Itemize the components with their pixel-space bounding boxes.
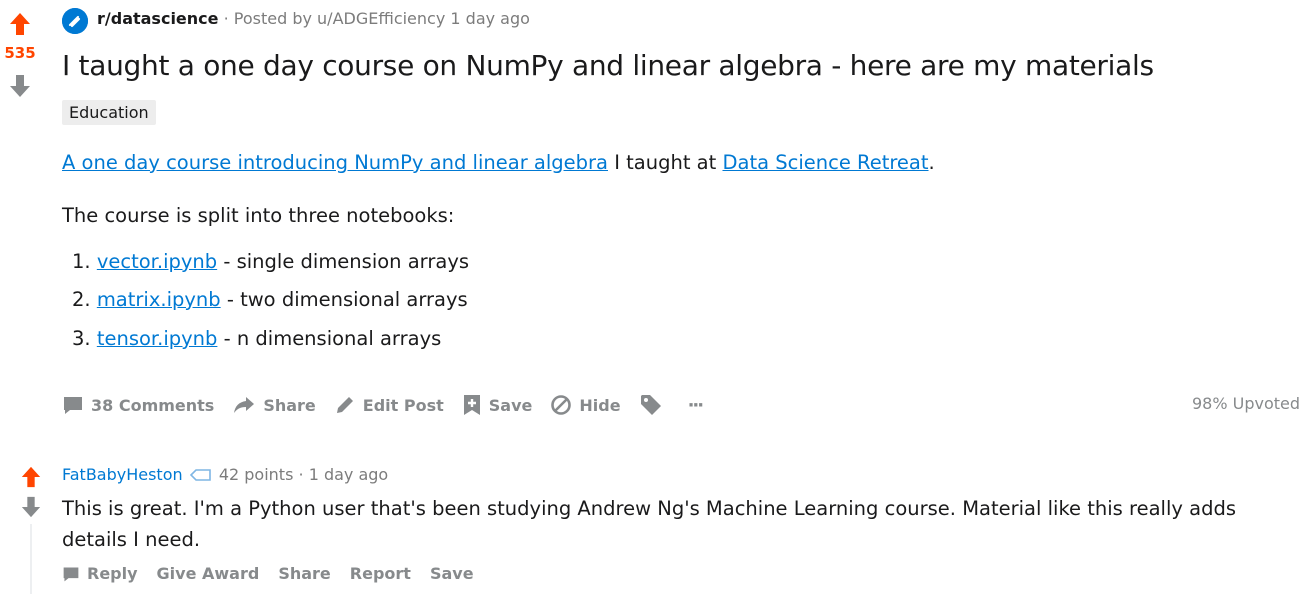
post-title[interactable]: I taught a one day course on NumPy and l…	[62, 49, 1154, 82]
more-options-button[interactable]: ···	[687, 394, 704, 416]
subreddit-logo-icon	[62, 8, 88, 34]
comment-actions-bar: Reply Give Award Share Report Save	[62, 564, 493, 583]
share-label: Share	[263, 395, 316, 415]
comments-label: 38 Comments	[91, 395, 215, 415]
para1-text: I taught at	[608, 151, 723, 174]
reply-label: Reply	[87, 564, 138, 583]
comment-save-label: Save	[429, 564, 474, 583]
give-award-button[interactable]: Give Award	[157, 564, 260, 583]
data-science-retreat-link[interactable]: Data Science Retreat	[722, 151, 928, 174]
posted-by-meta: · Posted by u/ADGEfficiency 1 day ago	[223, 9, 530, 28]
comment-time: · 1 day ago	[298, 465, 389, 484]
course-link[interactable]: A one day course introducing NumPy and l…	[62, 151, 608, 174]
comment-author[interactable]: FatBabyHeston	[62, 465, 183, 484]
hide-label: Hide	[579, 395, 621, 415]
list-number: 1.	[72, 250, 91, 273]
para1-end: .	[928, 151, 935, 174]
edit-post-label: Edit Post	[362, 395, 444, 415]
post-vote-column	[0, 8, 40, 36]
report-label: Report	[349, 564, 411, 583]
list-item: 1. vector.ipynb - single dimension array…	[72, 250, 469, 273]
subreddit-link[interactable]: r/datascience	[97, 9, 219, 28]
reply-button[interactable]: Reply	[62, 564, 138, 583]
list-number: 2.	[72, 288, 91, 311]
tag-button[interactable]	[639, 393, 670, 417]
post-paragraph-1: A one day course introducing NumPy and l…	[62, 151, 935, 174]
comment-points: 42 points	[218, 465, 294, 484]
list-text: - two dimensional arrays	[220, 288, 468, 311]
post-downvote[interactable]	[9, 74, 31, 102]
edit-post-button[interactable]: Edit Post	[334, 394, 444, 416]
upvote-arrow-icon[interactable]	[9, 12, 31, 36]
comment-thread-line[interactable]	[30, 524, 32, 594]
save-button[interactable]: Save	[462, 393, 533, 417]
post-flair[interactable]: Education	[62, 100, 156, 125]
comment-downvote-arrow-icon[interactable]	[20, 496, 42, 518]
comment-save-button[interactable]: Save	[430, 564, 474, 583]
post-paragraph-2: The course is split into three notebooks…	[62, 204, 455, 227]
tag-icon	[640, 395, 661, 415]
save-label: Save	[488, 395, 533, 415]
list-item: 2. matrix.ipynb - two dimensional arrays	[72, 288, 468, 311]
post-actions-bar: 38 Comments Share Edit Post Save Hide ··…	[62, 390, 720, 420]
subreddit-icon[interactable]	[62, 8, 88, 34]
flair-tag-icon	[189, 469, 211, 481]
list-number: 3.	[72, 327, 91, 350]
list-text: - single dimension arrays	[217, 250, 470, 273]
notebook-link[interactable]: vector.ipynb	[97, 250, 217, 273]
hide-circle-slash-icon	[551, 395, 572, 415]
comment-header: FatBabyHeston 42 points · 1 day ago	[62, 465, 388, 484]
comment-body: This is great. I'm a Python user that's …	[62, 497, 1236, 551]
share-button[interactable]: Share	[232, 394, 316, 416]
notebook-link[interactable]: tensor.ipynb	[97, 327, 218, 350]
list-item: 3. tensor.ipynb - n dimensional arrays	[72, 327, 441, 350]
pencil-icon	[336, 397, 353, 413]
give-award-label: Give Award	[156, 564, 260, 583]
post-score: 535	[4, 44, 36, 62]
post-header: r/datascience · Posted by u/ADGEfficienc…	[97, 9, 530, 28]
comment-icon	[64, 397, 82, 414]
comment-share-button[interactable]: Share	[278, 564, 330, 583]
hide-button[interactable]: Hide	[550, 394, 621, 416]
comment-upvote-arrow-icon[interactable]	[20, 466, 42, 488]
reply-comment-icon	[63, 566, 79, 581]
downvote-arrow-icon[interactable]	[9, 74, 31, 98]
list-text: - n dimensional arrays	[217, 327, 442, 350]
bookmark-plus-icon	[463, 395, 480, 415]
comment-vote-column	[18, 466, 44, 518]
notebook-link[interactable]: matrix.ipynb	[97, 288, 221, 311]
share-arrow-icon	[234, 397, 255, 413]
more-options-label: ···	[687, 394, 704, 416]
upvoted-percentage: 98% Upvoted	[1191, 394, 1300, 413]
report-button[interactable]: Report	[350, 564, 411, 583]
comments-button[interactable]: 38 Comments	[62, 394, 214, 416]
comment-share-label: Share	[278, 564, 331, 583]
